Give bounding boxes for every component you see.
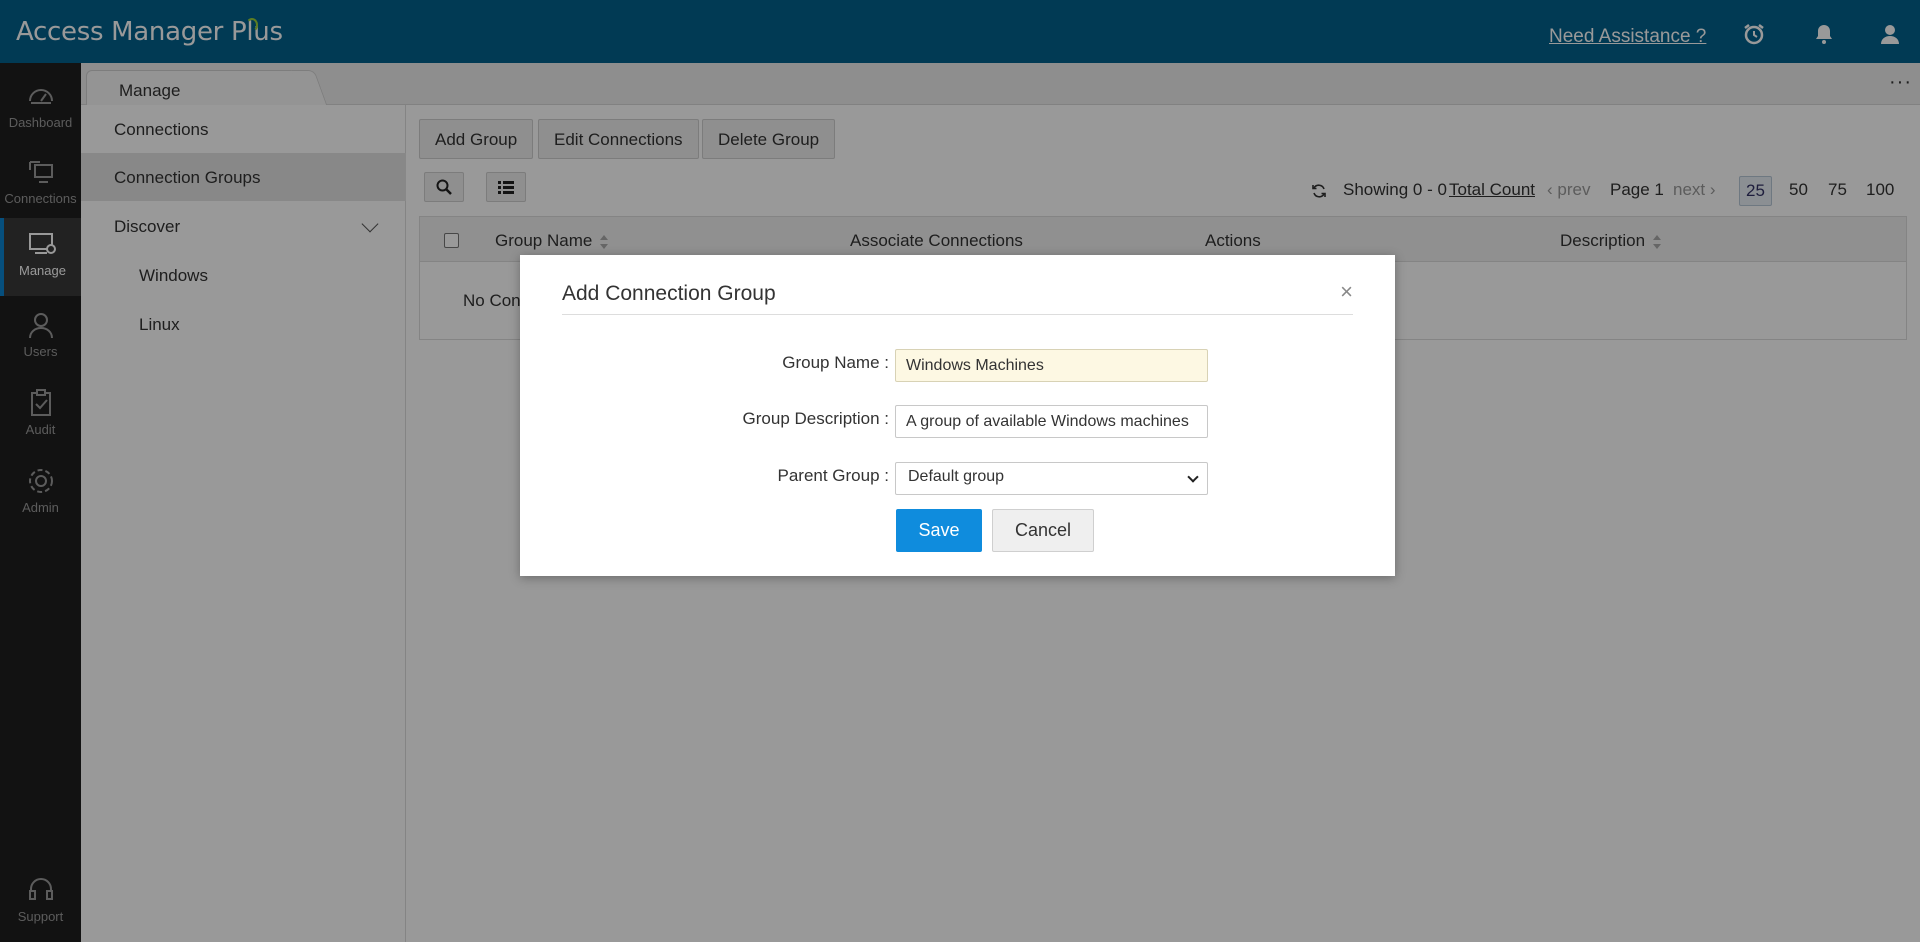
group-description-input[interactable]	[895, 405, 1208, 438]
add-connection-group-dialog: Add Connection Group × Group Name : Grou…	[520, 255, 1395, 576]
parent-group-label: Parent Group :	[777, 466, 889, 485]
group-name-input[interactable]	[895, 349, 1208, 382]
group-name-label: Group Name :	[782, 353, 889, 372]
group-description-label: Group Description :	[742, 409, 889, 428]
close-icon[interactable]: ×	[1340, 281, 1353, 303]
dialog-title: Add Connection Group	[562, 282, 776, 305]
dialog-divider	[562, 314, 1353, 315]
parent-group-select[interactable]: Default group	[895, 462, 1208, 495]
cancel-button[interactable]: Cancel	[992, 509, 1094, 552]
save-button[interactable]: Save	[896, 509, 982, 552]
parent-group-selected-value: Default group	[908, 468, 1005, 485]
